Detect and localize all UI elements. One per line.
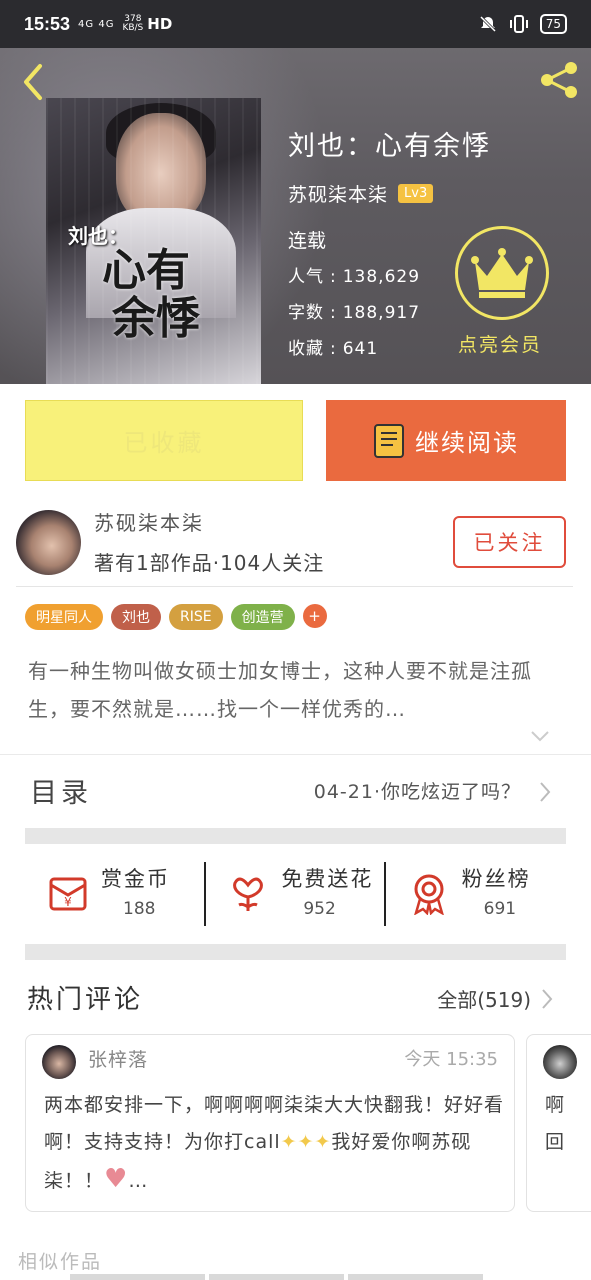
fan-ranking-item[interactable]: 粉丝榜 691 xyxy=(386,845,566,945)
vibrate-icon xyxy=(509,15,528,33)
tag-list: 明星同人 刘也 RISE 创造营 + xyxy=(25,604,327,630)
book-synopsis[interactable]: 有一种生物叫做女硕士加女博士，这种人要不就是注孤生，要不然就是……找一个一样优秀… xyxy=(28,652,568,728)
similar-work-item[interactable] xyxy=(348,1274,483,1280)
stat-word-count: 字数:188,917 xyxy=(288,303,421,323)
network-speed: 378 KB/S xyxy=(122,15,143,33)
author-card[interactable]: 苏砚柒本柒 著有1部作品·104人关注 已关注 xyxy=(16,505,573,587)
comment-text-part: 啊 xyxy=(545,1094,565,1116)
network-speed-unit: KB/S xyxy=(122,23,144,33)
send-flowers-item[interactable]: 免费送花 952 xyxy=(205,845,385,945)
stats-divider xyxy=(204,862,206,926)
author-card-name[interactable]: 苏砚柒本柒 xyxy=(94,507,204,536)
continue-reading-label: 继续阅读 xyxy=(415,429,519,457)
comments-header: 热门评论 全部(519) xyxy=(0,964,591,1024)
reward-coins-label: 赏金币 xyxy=(101,867,170,891)
tag-item[interactable]: 刘也 xyxy=(111,604,161,630)
continue-reading-button[interactable]: 继续阅读 xyxy=(326,400,566,481)
cover-title-line-3: 余悸 xyxy=(112,293,200,344)
book-author-name[interactable]: 苏砚柒本柒 xyxy=(288,180,388,207)
comment-card[interactable]: 张梓落 今天 15:35 两本都安排一下，啊啊啊啊柒柒大大快翻我！好好看啊！支持… xyxy=(25,1034,515,1212)
comment-time: 今天 15:35 xyxy=(404,1049,498,1070)
reward-coins-value: 188 xyxy=(123,899,156,919)
book-title: 刘也：心有余悸 xyxy=(288,131,491,162)
crown-icon xyxy=(471,248,533,298)
commenter-avatar[interactable] xyxy=(543,1045,577,1079)
stat-popularity-label: 人气 xyxy=(288,267,324,287)
similar-works-strip xyxy=(0,1274,591,1280)
commenter-name[interactable]: 张梓落 xyxy=(88,1045,148,1072)
stat-favorites-value: 641 xyxy=(342,339,379,359)
fan-ranking-label: 粉丝榜 xyxy=(461,867,531,891)
follow-button[interactable]: 已关注 xyxy=(453,516,566,568)
author-level-badge: Lv3 xyxy=(398,184,434,203)
author-avatar[interactable] xyxy=(16,510,81,575)
share-icon xyxy=(541,62,577,98)
comments-title: 热门评论 xyxy=(27,985,144,1015)
catalog-label: 目录 xyxy=(30,778,92,809)
chevron-right-icon[interactable] xyxy=(541,988,553,1010)
book-status: 连载 xyxy=(288,230,327,252)
stat-popularity: 人气:138,629 xyxy=(288,267,421,287)
author-card-meta: 著有1部作品·104人关注 xyxy=(94,551,325,575)
vip-label[interactable]: 点亮会员 xyxy=(458,330,542,357)
tag-item[interactable]: 明星同人 xyxy=(25,604,103,630)
catalog-row[interactable]: 目录 04-21·你吃炫迈了吗？ xyxy=(0,754,591,826)
tag-item[interactable]: 创造营 xyxy=(230,604,295,630)
stat-favorites-label: 收藏 xyxy=(288,339,324,359)
fan-ranking-value: 691 xyxy=(483,899,517,919)
similar-work-item[interactable] xyxy=(70,1274,205,1280)
commenter-avatar[interactable] xyxy=(42,1045,76,1079)
svg-text:¥: ¥ xyxy=(64,895,72,909)
status-time: 15:53 xyxy=(24,13,71,34)
stat-word-count-value: 188,917 xyxy=(342,303,421,323)
heart-emoji-icon: ♥ xyxy=(104,1164,129,1194)
back-arrow-icon xyxy=(24,64,42,100)
stat-word-count-label: 字数 xyxy=(288,303,324,323)
hd-indicator: HD xyxy=(147,15,173,33)
book-header: 刘也： 心有 余悸 刘也：心有余悸 苏砚柒本柒 Lv3 连载 人气:138,62… xyxy=(0,48,591,384)
send-flowers-value: 952 xyxy=(303,899,336,919)
chevron-right-icon xyxy=(540,782,551,802)
battery-indicator: 75 xyxy=(539,14,567,34)
flower-icon xyxy=(233,877,264,911)
comment-ellipsis: … xyxy=(128,1170,149,1192)
book-icon xyxy=(374,423,404,458)
book-cover[interactable]: 刘也： 心有 余悸 xyxy=(46,98,261,384)
reward-coins-item[interactable]: ¥ 赏金币 188 xyxy=(25,845,205,945)
tag-item[interactable]: RISE xyxy=(169,604,223,630)
stats-divider xyxy=(384,862,386,926)
similar-work-item[interactable] xyxy=(209,1274,344,1280)
cover-title-line-2: 心有 xyxy=(102,245,190,296)
favorited-button[interactable]: 已收藏 xyxy=(25,400,303,481)
stat-popularity-value: 138,629 xyxy=(342,267,421,287)
section-divider xyxy=(25,828,566,844)
comment-card[interactable]: 啊 回 xyxy=(526,1034,591,1212)
section-divider xyxy=(25,944,566,960)
book-author-row[interactable]: 苏砚柒本柒 Lv3 xyxy=(288,180,434,207)
all-comments-link[interactable]: 全部(519) xyxy=(437,984,531,1013)
mute-icon xyxy=(479,15,496,33)
add-tag-button[interactable]: + xyxy=(302,604,327,628)
red-envelope-icon: ¥ xyxy=(49,877,87,911)
signal-icon: 4G 4G xyxy=(78,18,115,30)
comment-text: 啊 回 xyxy=(545,1087,569,1161)
comment-text-part: 回 xyxy=(545,1131,565,1153)
sparkles-emoji-icon: ✦✦✦ xyxy=(280,1131,332,1153)
medal-icon xyxy=(413,874,444,915)
back-button[interactable] xyxy=(14,58,54,102)
similar-works-title: 相似作品 xyxy=(18,1251,103,1273)
share-button[interactable] xyxy=(537,58,581,102)
stat-favorites: 收藏:641 xyxy=(288,339,379,359)
vip-button[interactable] xyxy=(455,226,549,320)
latest-chapter[interactable]: 04-21·你吃炫迈了吗？ xyxy=(314,777,521,804)
interaction-stats: ¥ 赏金币 188 免费送花 952 粉丝榜 691 xyxy=(25,845,566,945)
expand-chevron-icon[interactable] xyxy=(529,728,551,744)
comment-text: 两本都安排一下，啊啊啊啊柒柒大大快翻我！好好看啊！支持支持！为你打call✦✦✦… xyxy=(44,1087,504,1201)
status-bar: 15:53 4G 4G 378 KB/S HD 75 xyxy=(0,0,591,48)
send-flowers-label: 免费送花 xyxy=(281,867,374,891)
